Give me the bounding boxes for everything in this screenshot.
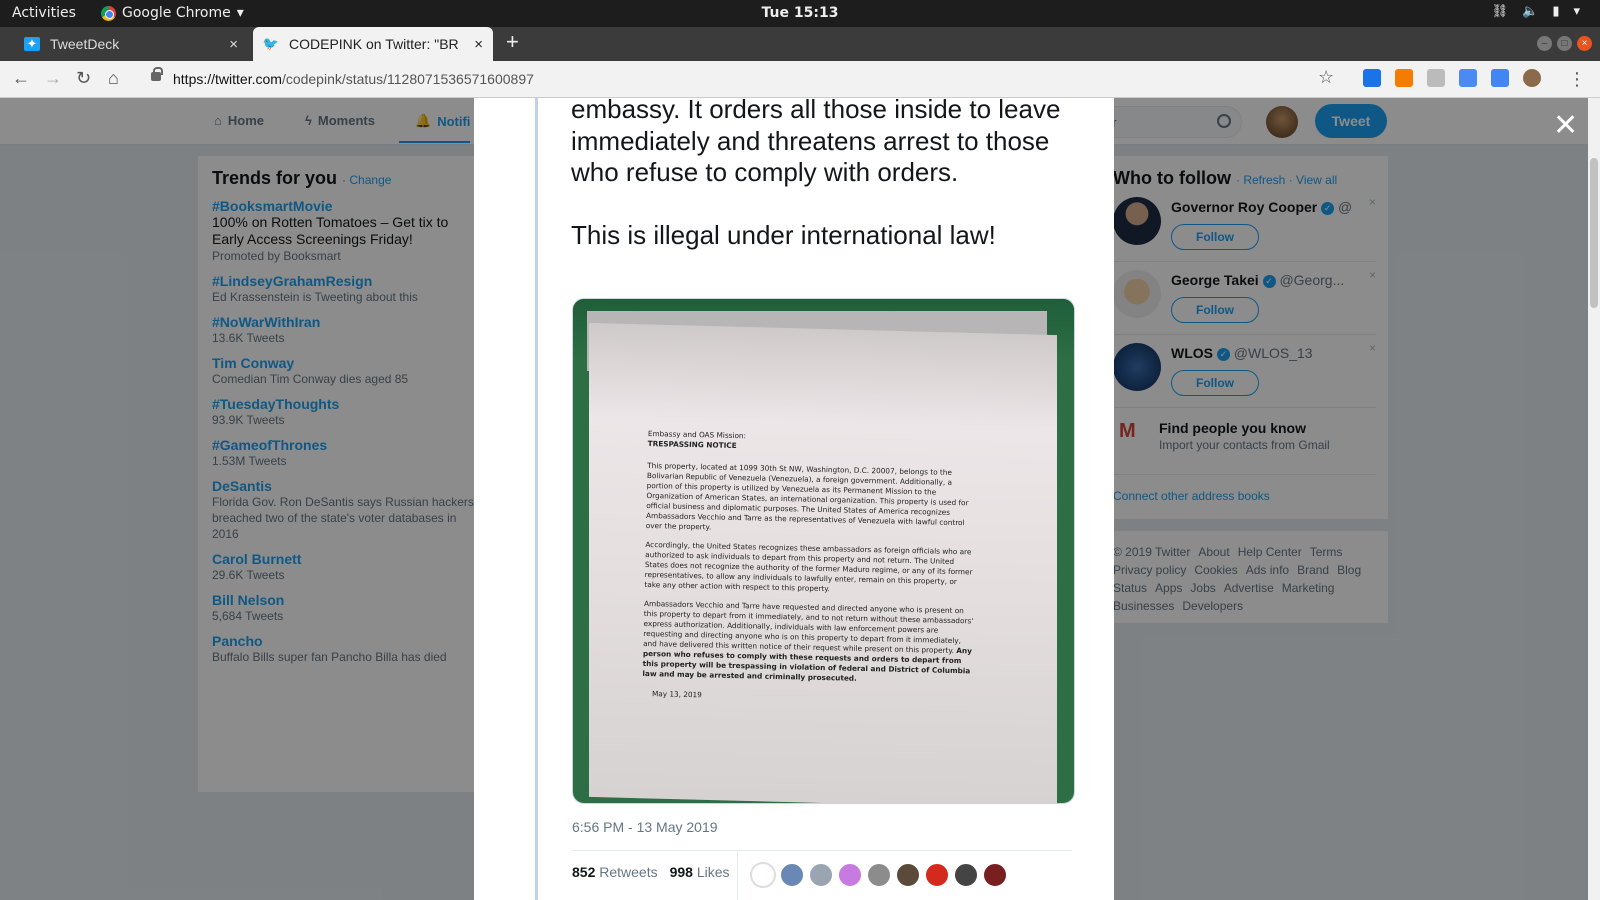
- notice-paragraph: Ambassadors Vecchio and Tarre have reque…: [642, 599, 974, 686]
- battery-icon[interactable]: ▮: [1552, 4, 1559, 19]
- volume-icon[interactable]: 🔈: [1522, 4, 1538, 19]
- reload-button[interactable]: ↻: [76, 68, 91, 89]
- forward-button[interactable]: →: [44, 68, 62, 89]
- address-bar[interactable]: https://twitter.com/codepink/status/1128…: [173, 71, 534, 87]
- bookmark-star-icon[interactable]: ☆: [1318, 67, 1334, 88]
- notice-paragraph-text: Ambassadors Vecchio and Tarre have reque…: [643, 598, 974, 655]
- retweets-label: Retweets: [599, 864, 658, 880]
- window-controls: – □ ×: [1537, 36, 1592, 51]
- close-tab-icon[interactable]: ×: [474, 36, 483, 53]
- avatar[interactable]: [982, 862, 1008, 888]
- back-button[interactable]: ←: [12, 68, 30, 89]
- divider: [737, 850, 738, 900]
- avatar[interactable]: [895, 862, 921, 888]
- tweet-stats: 852 Retweets 998 Likes: [572, 864, 730, 880]
- lock-icon[interactable]: [151, 67, 163, 81]
- avatar[interactable]: [837, 862, 863, 888]
- page-scrollbar[interactable]: [1588, 98, 1600, 900]
- profile-avatar[interactable]: [1523, 69, 1541, 87]
- tweet-modal: embassy. It orders all those inside to l…: [474, 98, 1114, 900]
- extension-icon[interactable]: [1427, 69, 1445, 87]
- tweet-photo[interactable]: Embassy and OAS Mission: TRESPASSING NOT…: [572, 298, 1075, 804]
- avatar[interactable]: [866, 862, 892, 888]
- notice-paragraph: This property, located at 1099 30th St N…: [645, 460, 969, 532]
- url-host: https://twitter.com: [173, 71, 282, 87]
- tab-title: TweetDeck: [50, 36, 120, 52]
- tweet-paragraph: This is illegal under international law!: [571, 219, 996, 250]
- avatar[interactable]: [953, 862, 979, 888]
- likes-count: 998: [669, 864, 693, 880]
- tab-codepink[interactable]: 🐦 CODEPINK on Twitter: "BR ×: [253, 27, 493, 61]
- home-button[interactable]: ⌂: [108, 68, 119, 89]
- likes-stat[interactable]: 998 Likes: [670, 864, 730, 880]
- browser-menu-icon[interactable]: ⋮: [1568, 69, 1586, 90]
- avatar[interactable]: [924, 862, 950, 888]
- trespassing-notice-text: Embassy and OAS Mission: TRESPASSING NOT…: [642, 429, 978, 706]
- maximize-button[interactable]: □: [1557, 36, 1572, 51]
- twitter-page: ⌂ Home ϟ Moments 🔔 Notifi er Tweet Trend…: [0, 98, 1588, 900]
- browser-toolbar: ← → ↻ ⌂ https://twitter.com/codepink/sta…: [0, 61, 1600, 98]
- close-tab-icon[interactable]: ×: [229, 36, 238, 53]
- close-icon[interactable]: ✕: [1553, 108, 1578, 143]
- tweet-text: embassy. It orders all those inside to l…: [571, 98, 1091, 251]
- clock[interactable]: Tue 15:13: [0, 5, 1600, 21]
- close-window-button[interactable]: ×: [1577, 36, 1592, 51]
- notice-paragraph: Accordingly, the United States recognize…: [644, 539, 973, 594]
- tab-strip: ✦ TweetDeck × 🐦 CODEPINK on Twitter: "BR…: [0, 27, 1600, 61]
- liker-avatars: [750, 862, 1008, 888]
- tab-tweetdeck[interactable]: ✦ TweetDeck ×: [14, 27, 248, 61]
- retweets-stat[interactable]: 852 Retweets: [572, 864, 658, 880]
- scrollbar-thumb[interactable]: [1590, 158, 1598, 308]
- extension-icon[interactable]: [1363, 69, 1381, 87]
- likes-label: Likes: [696, 864, 730, 880]
- new-tab-button[interactable]: +: [506, 29, 519, 55]
- os-top-bar: Activities Google Chrome ▾ Tue 15:13 ⛓ 🔈…: [0, 0, 1600, 27]
- twitter-bird-icon: 🐦: [262, 36, 280, 51]
- avatar[interactable]: [808, 862, 834, 888]
- avatar[interactable]: [750, 862, 776, 888]
- system-tray[interactable]: ⛓ 🔈 ▮ ▾: [1492, 4, 1580, 19]
- translate-icon[interactable]: [1491, 69, 1509, 87]
- avatar[interactable]: [779, 862, 805, 888]
- extensions: [1363, 69, 1541, 87]
- retweets-count: 852: [572, 864, 596, 880]
- chevron-down-icon[interactable]: ▾: [1573, 4, 1580, 19]
- rss-icon[interactable]: [1395, 69, 1413, 87]
- camera-icon[interactable]: [1459, 69, 1477, 87]
- tab-title: CODEPINK on Twitter: "BR: [289, 36, 459, 52]
- tweetdeck-icon: ✦: [24, 36, 40, 51]
- network-icon[interactable]: ⛓: [1492, 4, 1509, 19]
- divider: [572, 850, 1072, 851]
- tweet-timestamp[interactable]: 6:56 PM - 13 May 2019: [572, 819, 718, 835]
- url-path: /codepink/status/1128071536571600897: [281, 71, 534, 87]
- thread-line: [535, 98, 538, 900]
- tweet-paragraph: embassy. It orders all those inside to l…: [571, 98, 1061, 187]
- minimize-button[interactable]: –: [1537, 36, 1552, 51]
